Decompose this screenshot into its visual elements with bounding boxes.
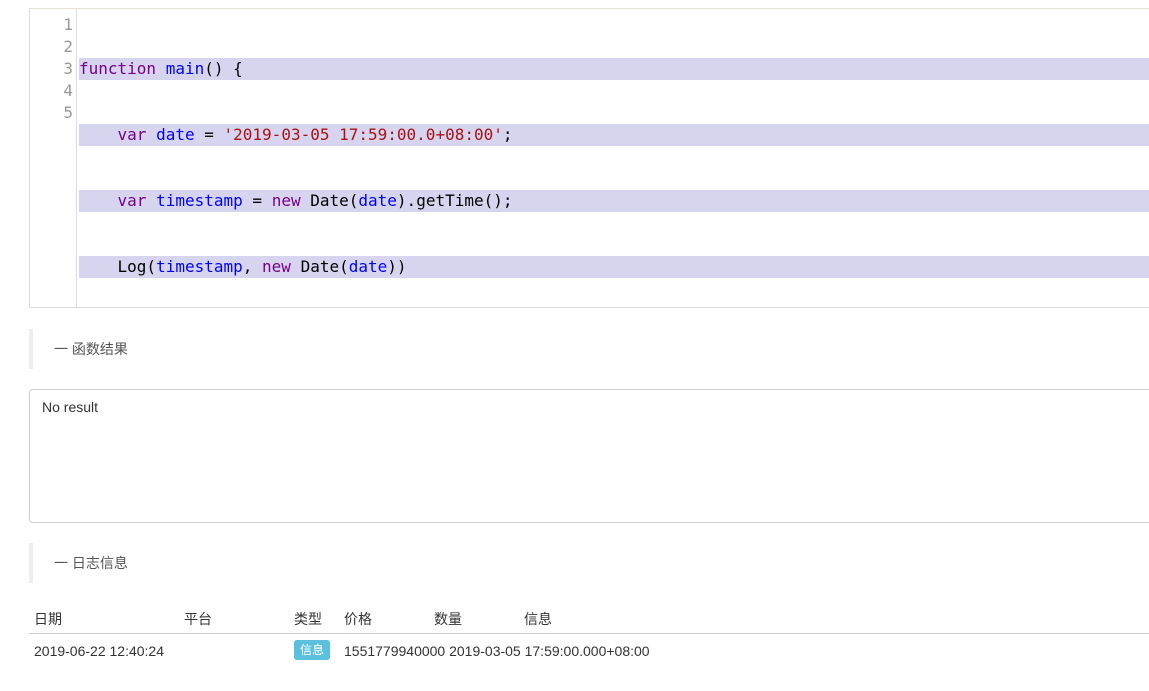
code-token: var	[117, 191, 147, 210]
code-token: main	[165, 59, 205, 78]
result-output-box: No result	[29, 389, 1149, 523]
log-section-header[interactable]: 一 日志信息	[29, 543, 229, 583]
column-header-price: 价格	[344, 611, 372, 627]
code-token: =	[194, 125, 224, 144]
result-section-header[interactable]: 一 函数结果	[29, 329, 229, 369]
log-table: 日期 平台 类型 价格 数量 信息	[29, 600, 1149, 634]
line-number-gutter: 1 2 3 4 5	[30, 9, 77, 307]
code-token: =	[242, 191, 272, 210]
code-token: ,	[242, 257, 263, 276]
log-section-title: 一 日志信息	[54, 555, 128, 571]
code-token: timestamp	[156, 191, 243, 210]
code-token: new	[262, 257, 291, 276]
column-header-date: 日期	[34, 611, 62, 627]
code-token: Date(	[290, 257, 349, 276]
code-token: function	[79, 59, 157, 78]
code-token: Date(	[300, 191, 359, 210]
log-info-cell: 1551779940000 2019-03-05 17:59:00.000+08…	[344, 643, 650, 659]
code-line: function main() {	[79, 58, 1149, 80]
result-section-title: 一 函数结果	[54, 341, 128, 357]
code-token: () {	[204, 59, 243, 78]
code-token: date	[358, 191, 397, 210]
column-header-type: 类型	[294, 611, 322, 627]
log-date-cell: 2019-06-22 12:40:24	[34, 643, 164, 659]
line-number: 5	[63, 103, 73, 122]
code-editor[interactable]: 1 2 3 4 5 function main() { var date = '…	[29, 8, 1149, 308]
code-token: date	[348, 257, 388, 276]
code-token: '2019-03-05 17:59:00.0+08:00'	[223, 125, 503, 144]
code-token: ))	[387, 257, 407, 276]
code-token: ).getTime();	[396, 191, 513, 210]
column-header-info: 信息	[524, 611, 552, 627]
code-content[interactable]: function main() { var date = '2019-03-05…	[79, 14, 1149, 307]
code-line: var timestamp = new Date(date).getTime()…	[79, 190, 1149, 212]
result-text: No result	[42, 399, 99, 415]
column-header-amount: 数量	[434, 611, 462, 627]
code-token: timestamp	[156, 257, 243, 276]
code-token: var	[117, 125, 147, 144]
line-number: 3	[63, 59, 73, 78]
code-token: Log(	[79, 257, 157, 276]
line-number: 1	[63, 15, 73, 34]
line-number: 2	[63, 37, 73, 56]
column-header-platform: 平台	[184, 611, 212, 627]
code-token: ;	[502, 125, 513, 144]
type-badge: 信息	[294, 640, 331, 660]
code-line: Log(timestamp, new Date(date))	[79, 256, 1149, 278]
code-token: new	[271, 191, 301, 210]
code-token: date	[156, 125, 195, 144]
log-table-header: 日期 平台 类型 价格 数量 信息	[29, 600, 1149, 634]
line-number: 4	[63, 81, 73, 100]
code-line: var date = '2019-03-05 17:59:00.0+08:00'…	[79, 124, 1149, 146]
